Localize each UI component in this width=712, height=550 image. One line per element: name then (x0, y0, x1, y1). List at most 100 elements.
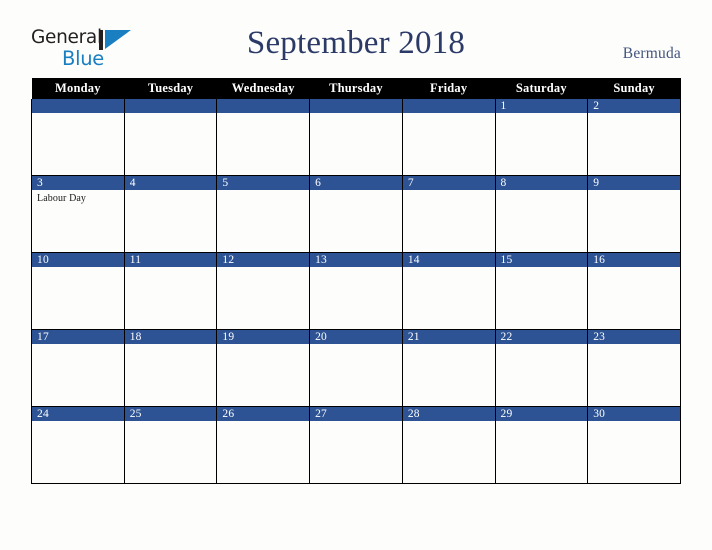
day-number (32, 99, 124, 113)
calendar-day-cell[interactable] (401, 99, 496, 176)
calendar-day-cell[interactable]: 22 (494, 329, 589, 407)
weekday-header-friday: Friday (402, 78, 496, 99)
calendar-day-cell[interactable]: 6 (309, 175, 403, 253)
calendar-day-cell[interactable] (309, 99, 403, 176)
day-events (310, 267, 402, 270)
calendar-day-cell[interactable]: 13 (309, 252, 403, 330)
day-number: 30 (588, 407, 680, 421)
day-events (125, 190, 217, 193)
calendar-day-cell[interactable]: 17 (31, 329, 125, 407)
calendar-day-cell[interactable]: 2 (587, 99, 681, 176)
day-number: 9 (588, 176, 680, 190)
day-number: 4 (124, 176, 217, 190)
day-number: 17 (32, 330, 124, 344)
calendar-day-cell[interactable]: 27 (309, 406, 403, 484)
calendar-day-cell[interactable]: 29 (494, 406, 589, 484)
day-number: 27 (310, 407, 402, 421)
calendar-day-cell[interactable]: 23 (587, 329, 681, 407)
calendar-day-cell[interactable]: 10 (31, 252, 125, 330)
day-number: 15 (495, 253, 588, 267)
day-events (403, 421, 495, 424)
calendar-day-cell[interactable]: 20 (309, 329, 403, 407)
day-events (310, 190, 402, 193)
day-number: 23 (588, 330, 680, 344)
day-number: 24 (32, 407, 124, 421)
day-events (125, 267, 217, 270)
day-number: 21 (402, 330, 495, 344)
day-events (588, 113, 680, 116)
day-number: 26 (217, 407, 310, 421)
page-header: General Blue September 2018 Bermuda (0, 0, 712, 78)
weekday-header-wednesday: Wednesday (216, 78, 310, 99)
day-events (32, 344, 124, 347)
day-events: Labour Day (32, 190, 124, 205)
day-events (403, 113, 495, 116)
calendar-day-cell[interactable] (123, 99, 218, 176)
calendar-day-cell[interactable]: 15 (494, 252, 589, 330)
day-events (217, 267, 309, 270)
weekday-header-saturday: Saturday (495, 78, 588, 99)
calendar-day-cell[interactable]: 21 (401, 329, 496, 407)
day-events (310, 421, 402, 424)
day-events (588, 190, 680, 193)
calendar-day-cell[interactable]: 18 (123, 329, 218, 407)
calendar-day-cell[interactable]: 12 (216, 252, 311, 330)
day-number (310, 99, 402, 113)
day-number: 19 (217, 330, 310, 344)
day-events (125, 344, 217, 347)
day-number: 18 (124, 330, 217, 344)
day-number (217, 99, 310, 113)
day-number: 8 (495, 176, 588, 190)
day-number: 13 (310, 253, 402, 267)
calendar-grid: Monday Tuesday Wednesday Thursday Friday Satu… (31, 78, 681, 484)
calendar-day-cell[interactable]: 3 Labour Day (31, 175, 125, 253)
day-events (496, 421, 588, 424)
calendar-day-cell[interactable]: 8 (494, 175, 589, 253)
day-events (496, 267, 588, 270)
weekday-header-row: Monday Tuesday Wednesday Thursday Friday Satu… (31, 78, 681, 99)
calendar-day-cell[interactable]: 16 (587, 252, 681, 330)
calendar-day-cell[interactable]: 5 (216, 175, 311, 253)
day-number: 3 (32, 176, 124, 190)
calendar-day-cell[interactable] (31, 99, 125, 176)
calendar-day-cell[interactable]: 30 (587, 406, 681, 484)
day-number (124, 99, 217, 113)
weekday-header-monday: Monday (31, 78, 125, 99)
calendar-day-cell[interactable]: 7 (401, 175, 496, 253)
day-events (32, 421, 124, 424)
day-events (403, 190, 495, 193)
calendar-day-cell[interactable]: 25 (123, 406, 218, 484)
calendar-day-cell[interactable]: 9 (587, 175, 681, 253)
day-events (217, 113, 309, 116)
day-events (588, 344, 680, 347)
calendar-day-cell[interactable]: 11 (123, 252, 218, 330)
day-events (403, 267, 495, 270)
calendar-day-cell[interactable]: 28 (401, 406, 496, 484)
weekday-header-tuesday: Tuesday (124, 78, 217, 99)
day-events (310, 113, 402, 116)
calendar-day-cell[interactable]: 14 (401, 252, 496, 330)
calendar-day-cell[interactable]: 1 (494, 99, 589, 176)
day-events (496, 113, 588, 116)
day-events (496, 344, 588, 347)
calendar-day-cell[interactable]: 4 (123, 175, 218, 253)
calendar-day-cell[interactable]: 19 (216, 329, 311, 407)
page-title: September 2018 (246, 25, 466, 61)
day-number: 14 (402, 253, 495, 267)
calendar-day-cell[interactable]: 26 (216, 406, 311, 484)
weekday-header-sunday: Sunday (587, 78, 681, 99)
calendar-day-cell[interactable]: 24 (31, 406, 125, 484)
day-events (496, 190, 588, 193)
day-number: 11 (124, 253, 217, 267)
day-events (588, 267, 680, 270)
day-number: 7 (402, 176, 495, 190)
calendar-week-row: 3 Labour Day 4 5 6 7 8 9 (31, 175, 681, 253)
day-events (310, 344, 402, 347)
day-events (32, 267, 124, 270)
day-events (403, 344, 495, 347)
day-number: 12 (217, 253, 310, 267)
day-events (217, 421, 309, 424)
day-number: 2 (588, 99, 680, 113)
calendar-day-cell[interactable] (216, 99, 311, 176)
weekday-header-thursday: Thursday (309, 78, 403, 99)
